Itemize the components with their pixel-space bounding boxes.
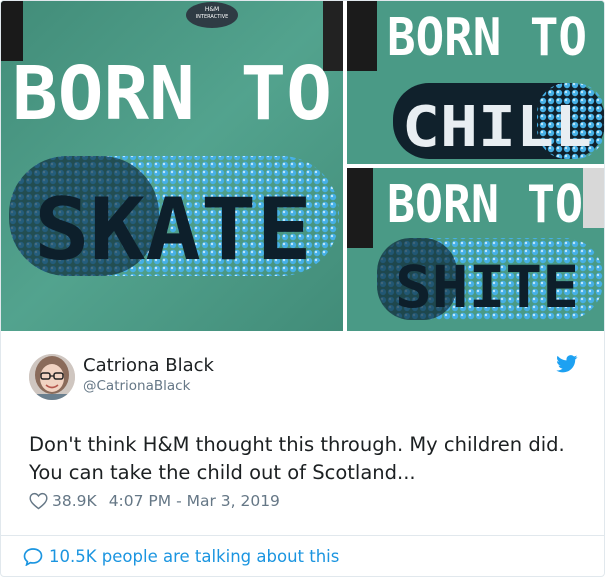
photo-shite[interactable]: BORN TO SHITE (347, 168, 604, 331)
twitter-bird-icon[interactable] (556, 355, 578, 373)
photo-skate-image: H&M INTERACTIVE BORN TO SKATE (1, 1, 343, 331)
photo-shite-image: BORN TO SHITE (347, 168, 604, 331)
like-count[interactable]: 38.9K (52, 492, 97, 510)
conversation-label[interactable]: 10.5K people are talking about this (49, 547, 339, 566)
photo-grid: H&M INTERACTIVE BORN TO SKATE BORN TO CH… (1, 1, 604, 331)
divider (1, 535, 604, 536)
speech-bubble-icon (23, 547, 43, 566)
chill-word: CHILL (402, 95, 592, 160)
tweet-timestamp[interactable]: 4:07 PM - Mar 3, 2019 (109, 492, 280, 510)
tweet-text: Don't think H&M thought this through. My… (29, 433, 565, 484)
author-handle[interactable]: @CatrionaBlack (83, 378, 190, 394)
avatar[interactable] (29, 354, 75, 400)
author-name[interactable]: Catriona Black (83, 355, 214, 376)
conversation-link[interactable]: 10.5K people are talking about this (23, 544, 339, 568)
shite-word: SHITE (395, 253, 579, 321)
born-to-text-3: BORN TO (387, 175, 583, 235)
photo-skate[interactable]: H&M INTERACTIVE BORN TO SKATE (1, 1, 343, 331)
born-to-text: BORN TO (12, 51, 332, 137)
photo-chill[interactable]: BORN TO CHILL (347, 1, 604, 164)
born-to-text-2: BORN TO (387, 8, 587, 68)
tag-sublabel: INTERACTIVE (196, 14, 229, 20)
tag-label: H&M (205, 6, 219, 13)
photo-chill-image: BORN TO CHILL (347, 1, 604, 164)
tweet-meta: 38.9K 4:07 PM - Mar 3, 2019 (29, 490, 280, 512)
tweet-card: H&M INTERACTIVE BORN TO SKATE BORN TO CH… (0, 0, 605, 577)
avatar-image (29, 354, 75, 400)
heart-outline-icon[interactable] (29, 492, 48, 510)
skate-word: SKATE (34, 180, 312, 280)
